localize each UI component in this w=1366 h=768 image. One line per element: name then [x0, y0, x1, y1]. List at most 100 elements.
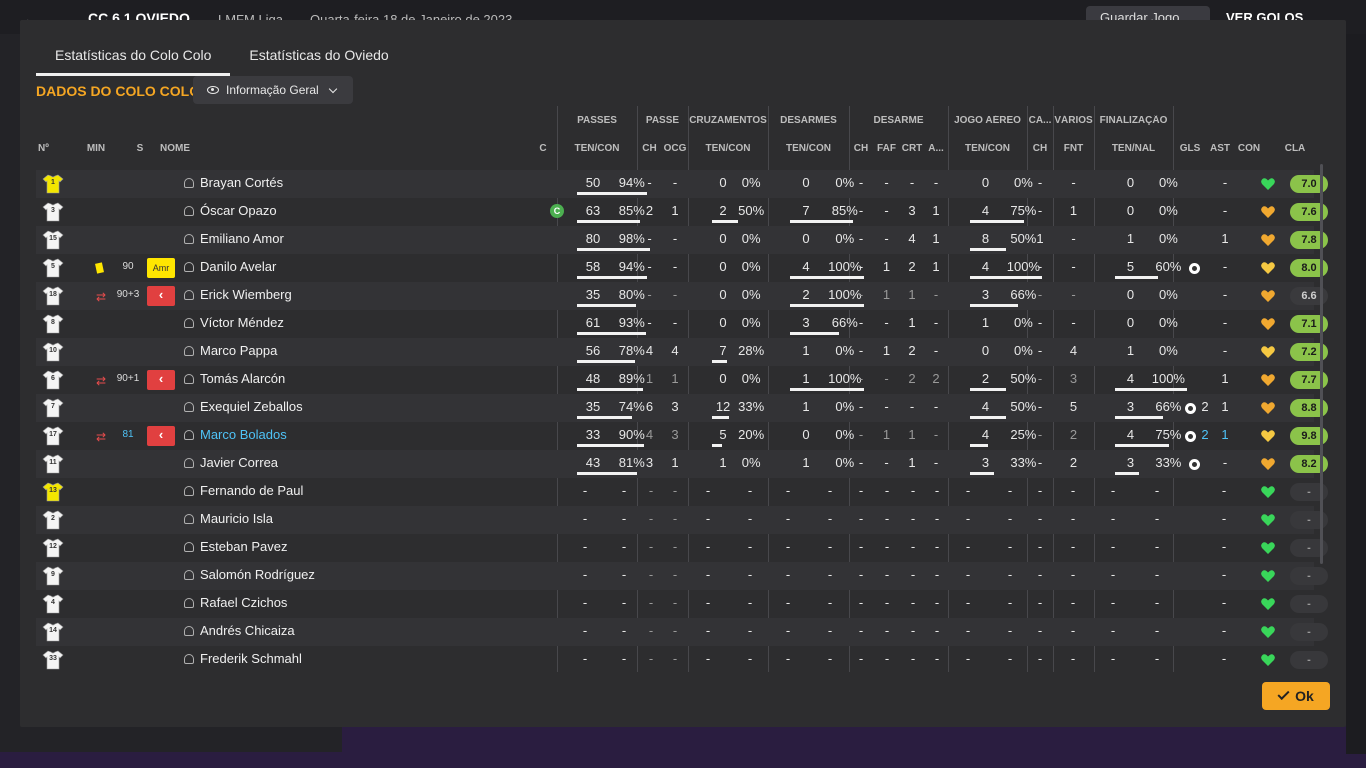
player-profile-icon[interactable] [184, 514, 194, 524]
ca-ch: - [1037, 259, 1043, 274]
table-row[interactable]: 5 90 Amr Danilo Avelar 58 94% - -0 0% 4 100% -1 2 1 4 1… [36, 254, 1328, 282]
player-profile-icon[interactable] [184, 290, 194, 300]
shirt-number: 11 [49, 459, 57, 466]
player-profile-icon[interactable] [184, 654, 194, 664]
goal-ball-icon [1189, 263, 1200, 274]
table-row[interactable]: 18 ⇄ 90+3 ‹ Erick Wiemberg 35 80% - -0 0% 2 100% -1 1… [36, 282, 1328, 310]
player-name[interactable]: Esteban Pavez [200, 534, 287, 562]
column-header-con[interactable]: CON [1235, 143, 1263, 154]
player-name[interactable]: Erick Wiemberg [200, 282, 292, 310]
table-row[interactable]: 15 Emiliano Amor 80 98% - -0 0% 0 0% - -4 1 8 50% 1-1 0… [36, 226, 1328, 254]
column-header-d-faf[interactable]: FAF [873, 143, 900, 154]
substituted-out-icon[interactable]: ‹ [147, 426, 175, 446]
table-row[interactable]: 14 Andrés Chicaiza - - - - - - - - - - - - - - - - - - - - [36, 618, 1328, 646]
ca-ch: 1 [1036, 231, 1044, 246]
column-header-pass-tc[interactable]: TEN/CON [557, 143, 637, 154]
player-name[interactable]: Emiliano Amor [200, 226, 284, 254]
table-row[interactable]: 11 Javier Correa 43 81% 3 1 1 0% 1 0% - -1-3 33% -2 3 3… [36, 450, 1328, 478]
player-name[interactable]: Fernando de Paul [200, 478, 303, 506]
player-profile-icon[interactable] [184, 318, 194, 328]
table-row[interactable]: 2 Mauricio Isla - - - - - - - - - - - - - - - - - - - - [36, 506, 1328, 534]
crosses-stat-pct: 0% [741, 287, 761, 302]
ok-button[interactable]: Ok [1262, 682, 1330, 710]
player-profile-icon[interactable] [184, 486, 194, 496]
column-header-d-a[interactable]: A... [924, 143, 948, 154]
player-name[interactable]: Javier Correa [200, 450, 278, 478]
player-profile-icon[interactable] [184, 430, 194, 440]
player-name[interactable]: Salomón Rodríguez [200, 562, 315, 590]
substituted-out-icon[interactable]: ‹ [147, 370, 175, 390]
substituted-out-icon[interactable]: ‹ [147, 286, 175, 306]
player-profile-icon[interactable] [184, 262, 194, 272]
column-header-d-ch[interactable]: CH [849, 143, 873, 154]
table-row[interactable]: 9 Salomón Rodríguez - - - - - - - - - - - - - - - - - - - - [36, 562, 1328, 590]
column-header-des-tc[interactable]: TEN/CON [768, 143, 849, 154]
ca-ch: - [1037, 343, 1043, 358]
column-header-aer-tc[interactable]: TEN/CON [948, 143, 1027, 154]
player-profile-icon[interactable] [184, 458, 194, 468]
table-row[interactable]: 3 Óscar Opazo C 63 85% 2 1 2 50% 7 85% - -3 1 4 75% -1 0 0… [36, 198, 1328, 226]
column-header-fin-tn[interactable]: TEN/NAL [1094, 143, 1173, 154]
player-name[interactable]: Víctor Méndez [200, 310, 284, 338]
player-profile-icon[interactable] [184, 542, 194, 552]
tab-colo-colo-stats[interactable]: Estatísticas do Colo Colo [36, 46, 231, 76]
column-header-c[interactable]: C [534, 143, 552, 154]
player-name[interactable]: Frederik Schmahl [200, 646, 302, 672]
table-row[interactable]: 8 Víctor Méndez 61 93% - -0 0% 3 66% - -1-1 0% - -0 0%… [36, 310, 1328, 338]
table-row[interactable]: 6 ⇄ 90+1 ‹ Tomás Alarcón 48 89% 1 1 0 0% 1 100% - -2 2 2… [36, 366, 1328, 394]
column-header-d-crt[interactable]: CRT [900, 143, 924, 154]
column-header-min[interactable]: MIN [76, 143, 116, 154]
table-row[interactable]: 10 Marco Pappa 56 78% 4 4 7 28% 1 0% -1 2-0 0% -4 1 0% -… [36, 338, 1328, 366]
player-profile-icon[interactable] [184, 234, 194, 244]
shirt-number: 33 [49, 655, 57, 662]
player-name[interactable]: Danilo Avelar [200, 254, 276, 282]
player-name[interactable]: Óscar Opazo [200, 198, 277, 226]
column-header-cruz-tc[interactable]: TEN/CON [688, 143, 768, 154]
player-profile-icon[interactable] [184, 402, 194, 412]
column-header-cla[interactable]: CLA [1275, 143, 1315, 154]
player-name[interactable]: Exequiel Zeballos [200, 394, 303, 422]
player-profile-icon[interactable] [184, 626, 194, 636]
player-profile-icon[interactable] [184, 374, 194, 384]
column-header-ast[interactable]: AST [1205, 143, 1235, 154]
scrollbar[interactable] [1320, 164, 1323, 564]
empty-value: - [582, 511, 588, 526]
view-dropdown[interactable]: Informação Geral [193, 76, 353, 104]
player-profile-icon[interactable] [184, 570, 194, 580]
table-row[interactable]: 12 Esteban Pavez - - - - - - - - - - - - - - - - - - - - [36, 534, 1328, 562]
condition-heart-icon [1260, 512, 1276, 528]
shots-stat-pct: 66% [1155, 399, 1182, 414]
column-header-nome[interactable]: NOME [160, 143, 220, 154]
column-header-passe-ch[interactable]: CH [637, 143, 662, 154]
column-header-gls[interactable]: GLS [1175, 143, 1205, 154]
player-name[interactable]: Marco Pappa [200, 338, 277, 366]
column-header-var-fnt[interactable]: FNT [1053, 143, 1094, 154]
tackle-a: - [933, 315, 939, 330]
player-name[interactable]: Andrés Chicaiza [200, 618, 295, 646]
passe-ch: 1 [645, 371, 654, 386]
empty-value: - [1007, 483, 1013, 498]
table-row[interactable]: 17 ⇄ 81 ‹ Marco Bolados 33 90% 4 3 5 20% 0 0% -1 1-4 25… [36, 422, 1328, 450]
table-row[interactable]: 1 Brayan Cortés 50 94% - -0 0% 0 0% - - - -0 0% - -0 0% -… [36, 170, 1328, 198]
player-profile-icon[interactable] [184, 346, 194, 356]
player-name[interactable]: Marco Bolados [200, 422, 287, 450]
player-name[interactable]: Rafael Czichos [200, 590, 287, 618]
column-header-passe-ocg[interactable]: OCG [662, 143, 688, 154]
table-row[interactable]: 33 Frederik Schmahl - - - - - - - - - - - - - - - - - - - - [36, 646, 1328, 672]
table-row[interactable]: 7 Exequiel Zeballos 35 74% 6 3 12 33% 1 0% - - - -4 50… [36, 394, 1328, 422]
tab-oviedo-stats[interactable]: Estatísticas do Oviedo [230, 46, 407, 76]
passes-stat-count: 50 [585, 175, 601, 190]
player-name[interactable]: Brayan Cortés [200, 170, 283, 198]
player-name[interactable]: Tomás Alarcón [200, 366, 285, 394]
player-name[interactable]: Mauricio Isla [200, 506, 273, 534]
player-profile-icon[interactable] [184, 178, 194, 188]
table-row[interactable]: 13 Fernando de Paul - - - - - - - - - - - - - - - - - - - - [36, 478, 1328, 506]
player-profile-icon[interactable] [184, 206, 194, 216]
column-header-n[interactable]: Nº [38, 143, 58, 154]
column-header-s[interactable]: S [132, 143, 148, 154]
player-profile-icon[interactable] [184, 598, 194, 608]
empty-value: - [621, 595, 627, 610]
table-row[interactable]: 4 Rafael Czichos - - - - - - - - - - - - - - - - - - - - [36, 590, 1328, 618]
empty-value: - [705, 511, 711, 526]
column-header-ca-ch[interactable]: CH [1027, 143, 1053, 154]
